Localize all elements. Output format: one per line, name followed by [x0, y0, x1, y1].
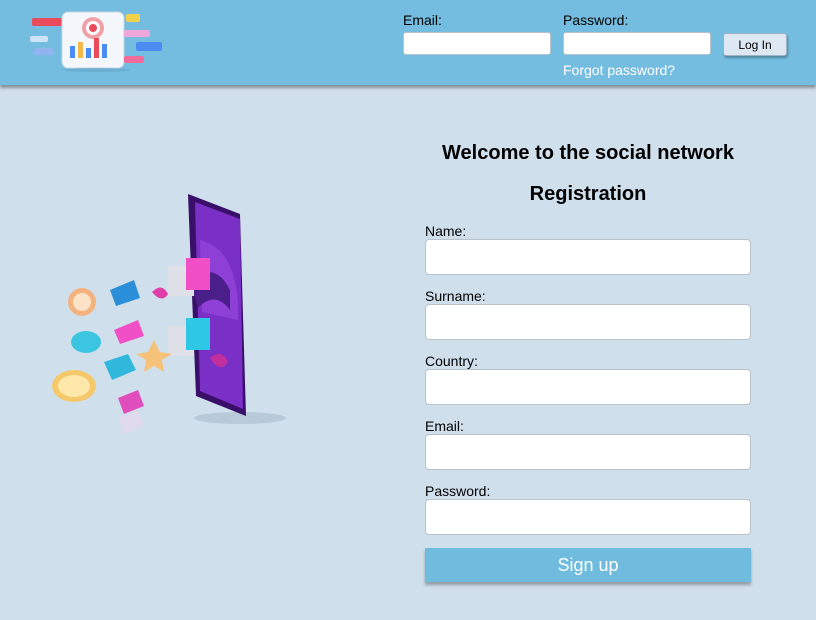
signup-button[interactable]: Sign up: [425, 548, 751, 582]
phone-magnet-illustration: [52, 194, 286, 434]
password-label: Password:: [425, 483, 491, 499]
name-label: Name:: [425, 223, 467, 239]
surname-label: Surname:: [425, 288, 486, 304]
registration-heading: Registration: [529, 183, 647, 205]
email-label: Email:: [425, 418, 464, 434]
surname-input[interactable]: [425, 304, 751, 340]
country-label: Country:: [425, 353, 478, 369]
email-input[interactable]: [425, 434, 751, 470]
login-password-label: Password:: [563, 12, 629, 28]
analytics-logo-icon: [30, 11, 162, 72]
header-bar: Email: Password: Log In Forgot password?: [0, 0, 816, 85]
login-email-input[interactable]: [403, 32, 551, 55]
welcome-title: Welcome to the social network: [442, 142, 734, 164]
login-password-input[interactable]: [563, 32, 711, 55]
name-input[interactable]: [425, 239, 751, 275]
forgot-password-link[interactable]: Forgot password?: [563, 62, 675, 78]
password-input[interactable]: [425, 499, 751, 535]
login-email-label: Email:: [403, 12, 442, 28]
login-button[interactable]: Log In: [723, 33, 787, 56]
country-input[interactable]: [425, 369, 751, 405]
